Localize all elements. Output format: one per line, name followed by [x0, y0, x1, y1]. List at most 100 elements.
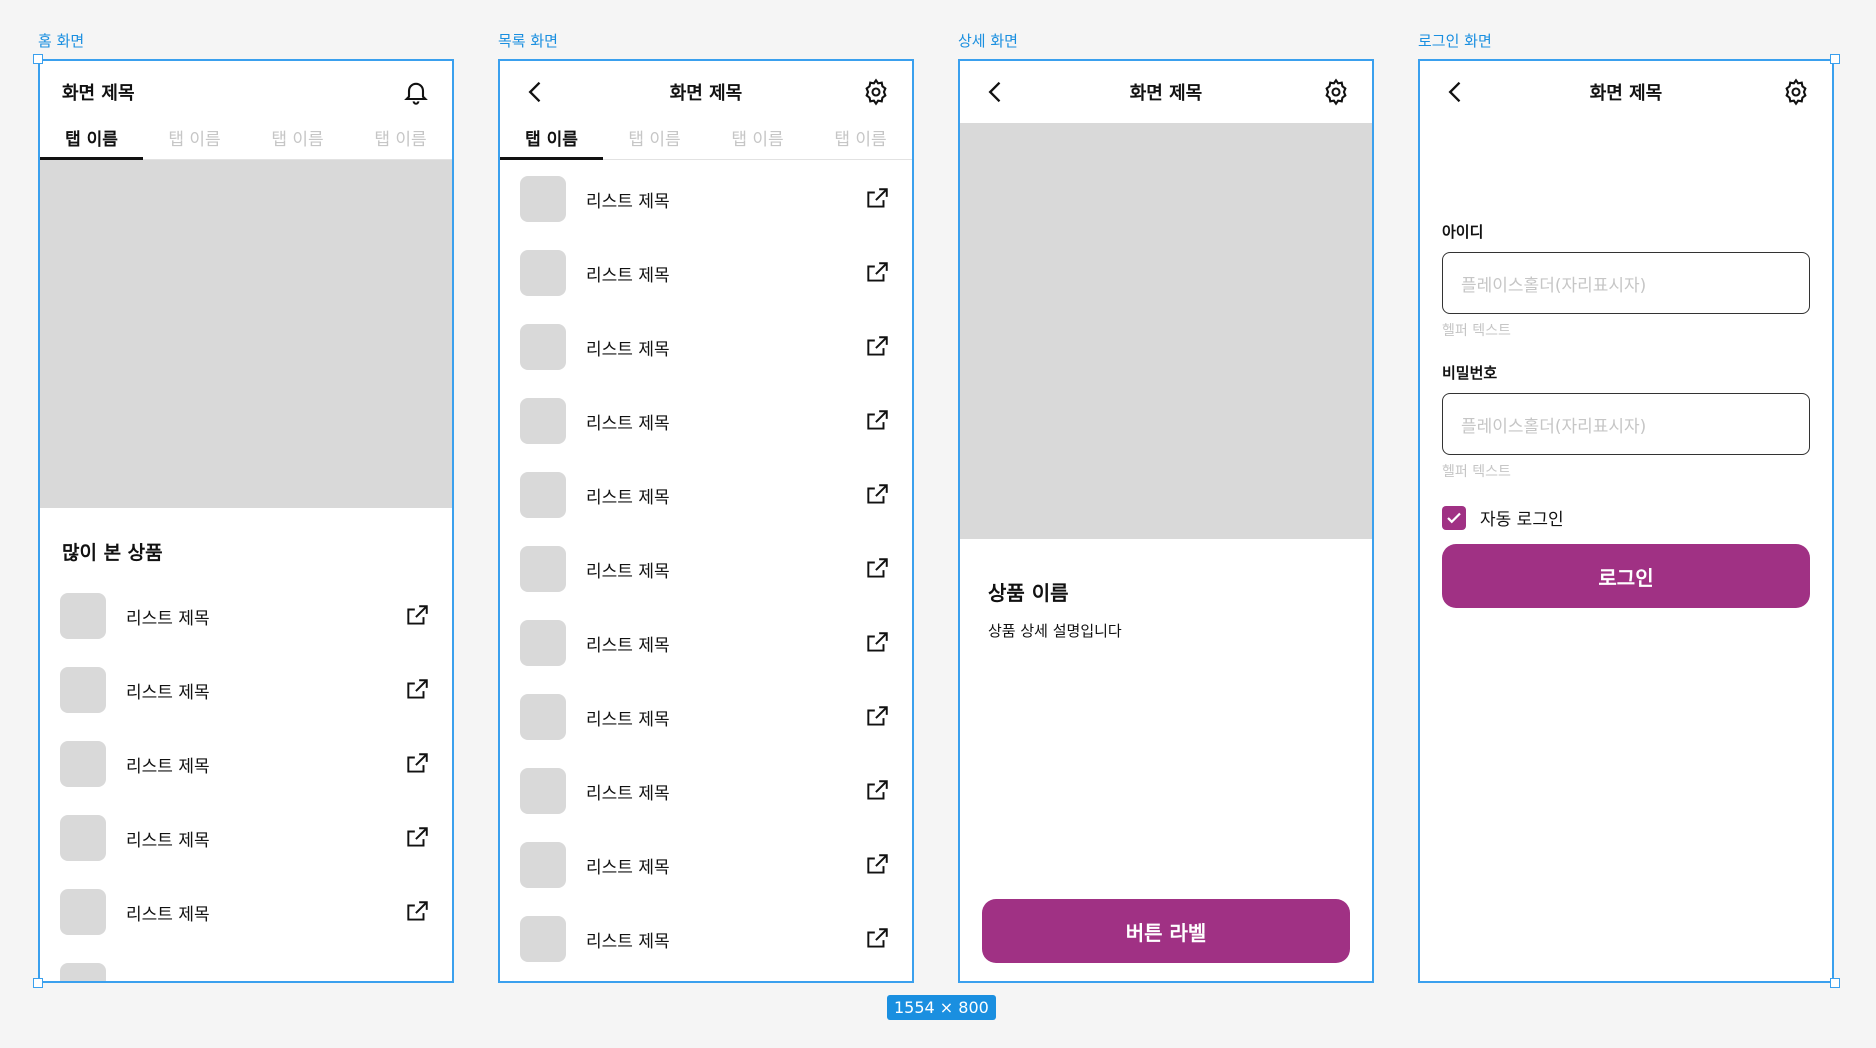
external-link-icon[interactable]: [864, 852, 890, 878]
check-icon: [1445, 509, 1463, 527]
external-link-icon[interactable]: [864, 778, 890, 804]
tab-bar: 탭 이름 탭 이름 탭 이름 탭 이름: [40, 123, 452, 160]
list-title: 리스트 제목: [586, 265, 670, 286]
thumbnail: [520, 842, 566, 888]
tab-1[interactable]: 탭 이름: [500, 123, 603, 160]
list-title: 리스트 제목: [586, 635, 670, 656]
thumbnail: [520, 324, 566, 370]
list-title: 리스트 제목: [586, 561, 670, 582]
list-item[interactable]: 리스트 제목: [500, 680, 912, 754]
list-item[interactable]: 리스트 제목: [40, 727, 452, 801]
thumbnail: [520, 250, 566, 296]
external-link-icon[interactable]: [864, 556, 890, 582]
external-link-icon[interactable]: [864, 630, 890, 656]
list-item[interactable]: 리스트 제목: [40, 653, 452, 727]
tab-4[interactable]: 탭 이름: [349, 123, 452, 159]
list-item[interactable]: 리스트 제목: [500, 828, 912, 902]
settings-icon[interactable]: [1322, 78, 1350, 106]
list-item[interactable]: 리스트 제목: [40, 875, 452, 949]
frame-label-detail: 상세 화면: [958, 32, 1018, 50]
thumbnail: [520, 916, 566, 962]
thumbnail: [60, 815, 106, 861]
selection-handle[interactable]: [1830, 978, 1840, 988]
login-button[interactable]: 로그인: [1442, 544, 1810, 608]
thumbnail: [60, 889, 106, 935]
list-title: 리스트 제목: [126, 830, 210, 851]
list-title: 리스트 제목: [126, 756, 210, 777]
list-item[interactable]: 리스트 제목: [500, 458, 912, 532]
product-image: [960, 123, 1372, 539]
external-link-icon[interactable]: [864, 704, 890, 730]
password-label: 비밀번호: [1442, 364, 1498, 382]
size-badge: 1554 × 800: [887, 995, 996, 1020]
thumbnail: [60, 593, 106, 639]
list-item[interactable]: 리스트 제목: [500, 310, 912, 384]
id-input[interactable]: 플레이스홀더(자리표시자): [1442, 252, 1810, 314]
external-link-icon[interactable]: [404, 825, 430, 851]
external-link-icon[interactable]: [404, 899, 430, 925]
list-item[interactable]: 리스트 제목: [500, 754, 912, 828]
external-link-icon[interactable]: [404, 603, 430, 629]
thumbnail: [520, 546, 566, 592]
list-title: 리스트 제목: [586, 339, 670, 360]
tab-bar: 탭 이름 탭 이름 탭 이름 탭 이름: [500, 123, 912, 160]
primary-button[interactable]: 버튼 라벨: [982, 899, 1350, 963]
list-item[interactable]: 리스트 제목: [500, 162, 912, 236]
list-item[interactable]: 리스트 제목: [40, 579, 452, 653]
page-title: 화면 제목: [1129, 83, 1203, 104]
external-link-icon[interactable]: [864, 926, 890, 952]
password-helper-text: 헬퍼 텍스트: [1442, 464, 1511, 480]
list-title: 리스트 제목: [586, 191, 670, 212]
external-link-icon[interactable]: [864, 334, 890, 360]
section-title: 많이 본 상품: [62, 542, 163, 564]
auto-login-checkbox[interactable]: [1442, 505, 1466, 530]
thumbnail: [60, 741, 106, 787]
selection-handle[interactable]: [33, 54, 43, 64]
bell-icon[interactable]: [402, 78, 430, 106]
settings-icon[interactable]: [862, 78, 890, 106]
settings-icon[interactable]: [1782, 78, 1810, 106]
auto-login-label: 자동 로그인: [1480, 510, 1564, 530]
list-title: 리스트 제목: [126, 608, 210, 629]
banner-image[interactable]: [40, 160, 452, 508]
external-link-icon[interactable]: [864, 408, 890, 434]
external-link-icon[interactable]: [864, 482, 890, 508]
list-item[interactable]: 리스트 제목: [500, 236, 912, 310]
list-item[interactable]: 리스트 제목: [500, 532, 912, 606]
detail-header: 화면 제목: [960, 61, 1372, 123]
external-link-icon[interactable]: [864, 260, 890, 286]
tab-4[interactable]: 탭 이름: [809, 123, 912, 159]
tab-1[interactable]: 탭 이름: [40, 123, 143, 160]
home-header: 화면 제목: [40, 61, 452, 123]
id-label: 아이디: [1442, 223, 1484, 241]
tab-3[interactable]: 탭 이름: [246, 123, 349, 159]
tab-3[interactable]: 탭 이름: [706, 123, 809, 159]
list-item[interactable]: 리스트 제목: [500, 902, 912, 976]
login-frame: 화면 제목 아이디 플레이스홀더(자리표시자) 헬퍼 텍스트 비밀번호 플레이스…: [1418, 59, 1834, 983]
list-title: 리스트 제목: [126, 904, 210, 925]
list-title: 리스트 제목: [586, 487, 670, 508]
page-title: 화면 제목: [669, 83, 743, 104]
list-item[interactable]: [40, 949, 452, 981]
product-description: 상품 상세 설명입니다: [988, 622, 1122, 640]
thumbnail: [520, 620, 566, 666]
list-header: 화면 제목: [500, 61, 912, 123]
external-link-icon[interactable]: [864, 186, 890, 212]
thumbnail: [520, 176, 566, 222]
auto-login-row[interactable]: 자동 로그인: [1442, 505, 1832, 530]
list-item[interactable]: 리스트 제목: [500, 606, 912, 680]
list-title: 리스트 제목: [586, 857, 670, 878]
list-title: 리스트 제목: [126, 682, 210, 703]
list-item[interactable]: 리스트 제목: [500, 384, 912, 458]
list-item[interactable]: 리스트 제목: [40, 801, 452, 875]
external-link-icon[interactable]: [404, 751, 430, 777]
tab-2[interactable]: 탭 이름: [143, 123, 246, 159]
selection-handle[interactable]: [1830, 54, 1840, 64]
external-link-icon[interactable]: [404, 677, 430, 703]
tab-2[interactable]: 탭 이름: [603, 123, 706, 159]
thumbnail: [520, 768, 566, 814]
selection-handle[interactable]: [33, 978, 43, 988]
password-input[interactable]: 플레이스홀더(자리표시자): [1442, 393, 1810, 455]
thumbnail: [520, 398, 566, 444]
list-title: 리스트 제목: [586, 783, 670, 804]
